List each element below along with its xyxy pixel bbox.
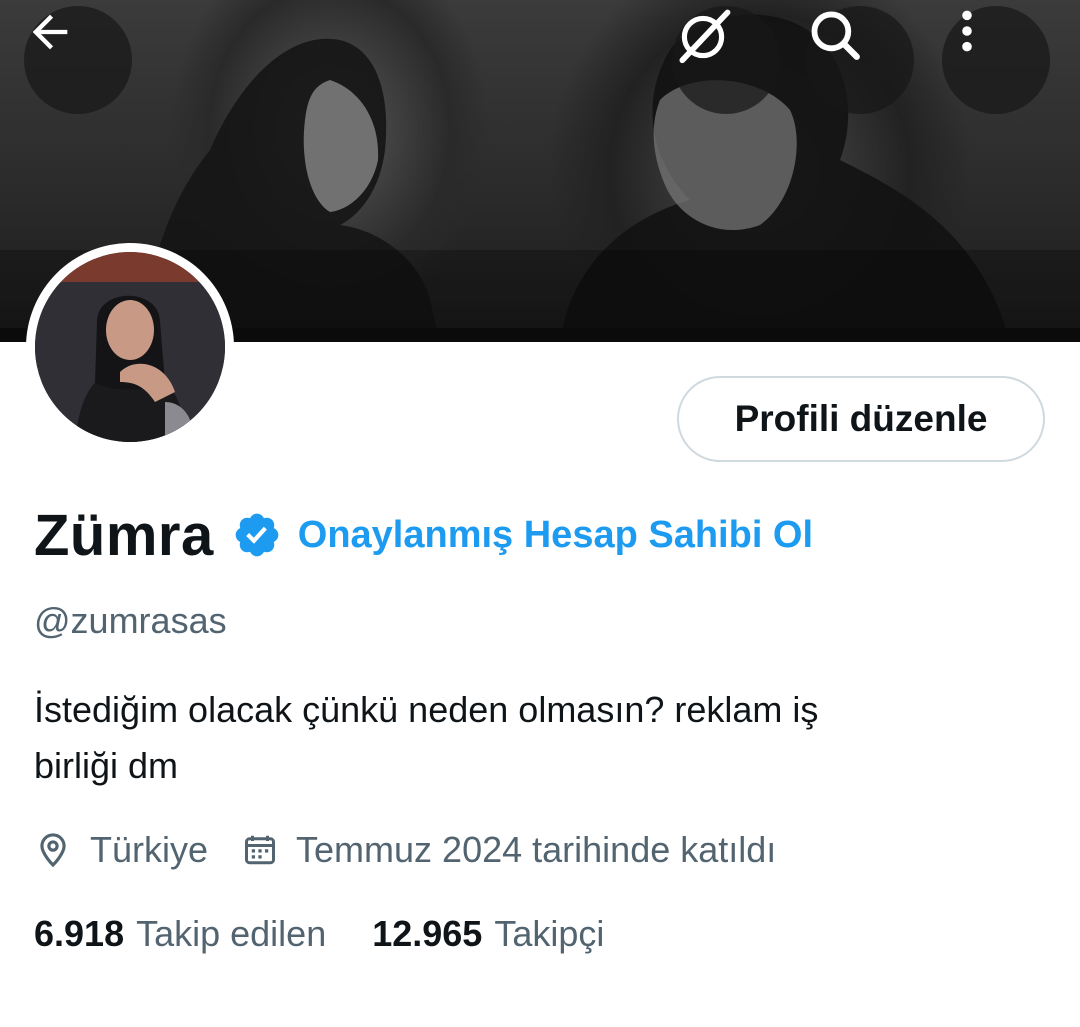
back-button[interactable] (24, 6, 132, 114)
profile-page: Profili düzenle Zümra Onaylanmış Hesap S… (0, 0, 1080, 1027)
user-handle: @zumrasas (34, 600, 227, 641)
avatar-photo (35, 252, 225, 442)
following-label: Takip edilen (136, 913, 327, 954)
search-icon (811, 11, 860, 60)
profile-meta: Türkiye Temmuz 2024 tarihinde katıldı (34, 824, 776, 876)
edit-profile-button[interactable]: Profili düzenle (677, 376, 1045, 462)
following-link[interactable]: 6.918 Takip edilen (34, 913, 326, 955)
followers-label: Takipçi (494, 913, 605, 954)
followers-link[interactable]: 12.965 Takipçi (372, 913, 604, 955)
avatar[interactable] (26, 243, 234, 451)
bio-line: İstediğim olacak çünkü neden olmasın? re… (34, 689, 819, 730)
followers-count: 12.965 (372, 913, 483, 954)
more-vertical-icon (962, 10, 972, 52)
location-text: Türkiye (90, 829, 209, 870)
following-count: 6.918 (34, 913, 125, 954)
display-name: Zümra (34, 502, 214, 568)
joined-date-text: Temmuz 2024 tarihinde katıldı (296, 829, 777, 870)
follow-stats: 6.918 Takip edilen 12.965 Takipçi (34, 908, 604, 960)
verified-badge-icon[interactable] (232, 510, 282, 560)
grok-slash-icon (679, 9, 731, 64)
calendar-icon (245, 835, 276, 865)
search-button[interactable] (806, 6, 914, 114)
bio-line: birliği dm (34, 745, 179, 786)
more-button[interactable] (942, 6, 1050, 114)
grok-button[interactable] (672, 6, 780, 114)
name-row: Zümra Onaylanmış Hesap Sahibi Ol (34, 500, 813, 570)
bio: İstediğim olacak çünkü neden olmasın? re… (34, 682, 1024, 794)
get-verified-link[interactable]: Onaylanmış Hesap Sahibi Ol (298, 514, 813, 557)
arrow-left-icon (32, 14, 68, 50)
location-pin-icon (40, 833, 66, 868)
